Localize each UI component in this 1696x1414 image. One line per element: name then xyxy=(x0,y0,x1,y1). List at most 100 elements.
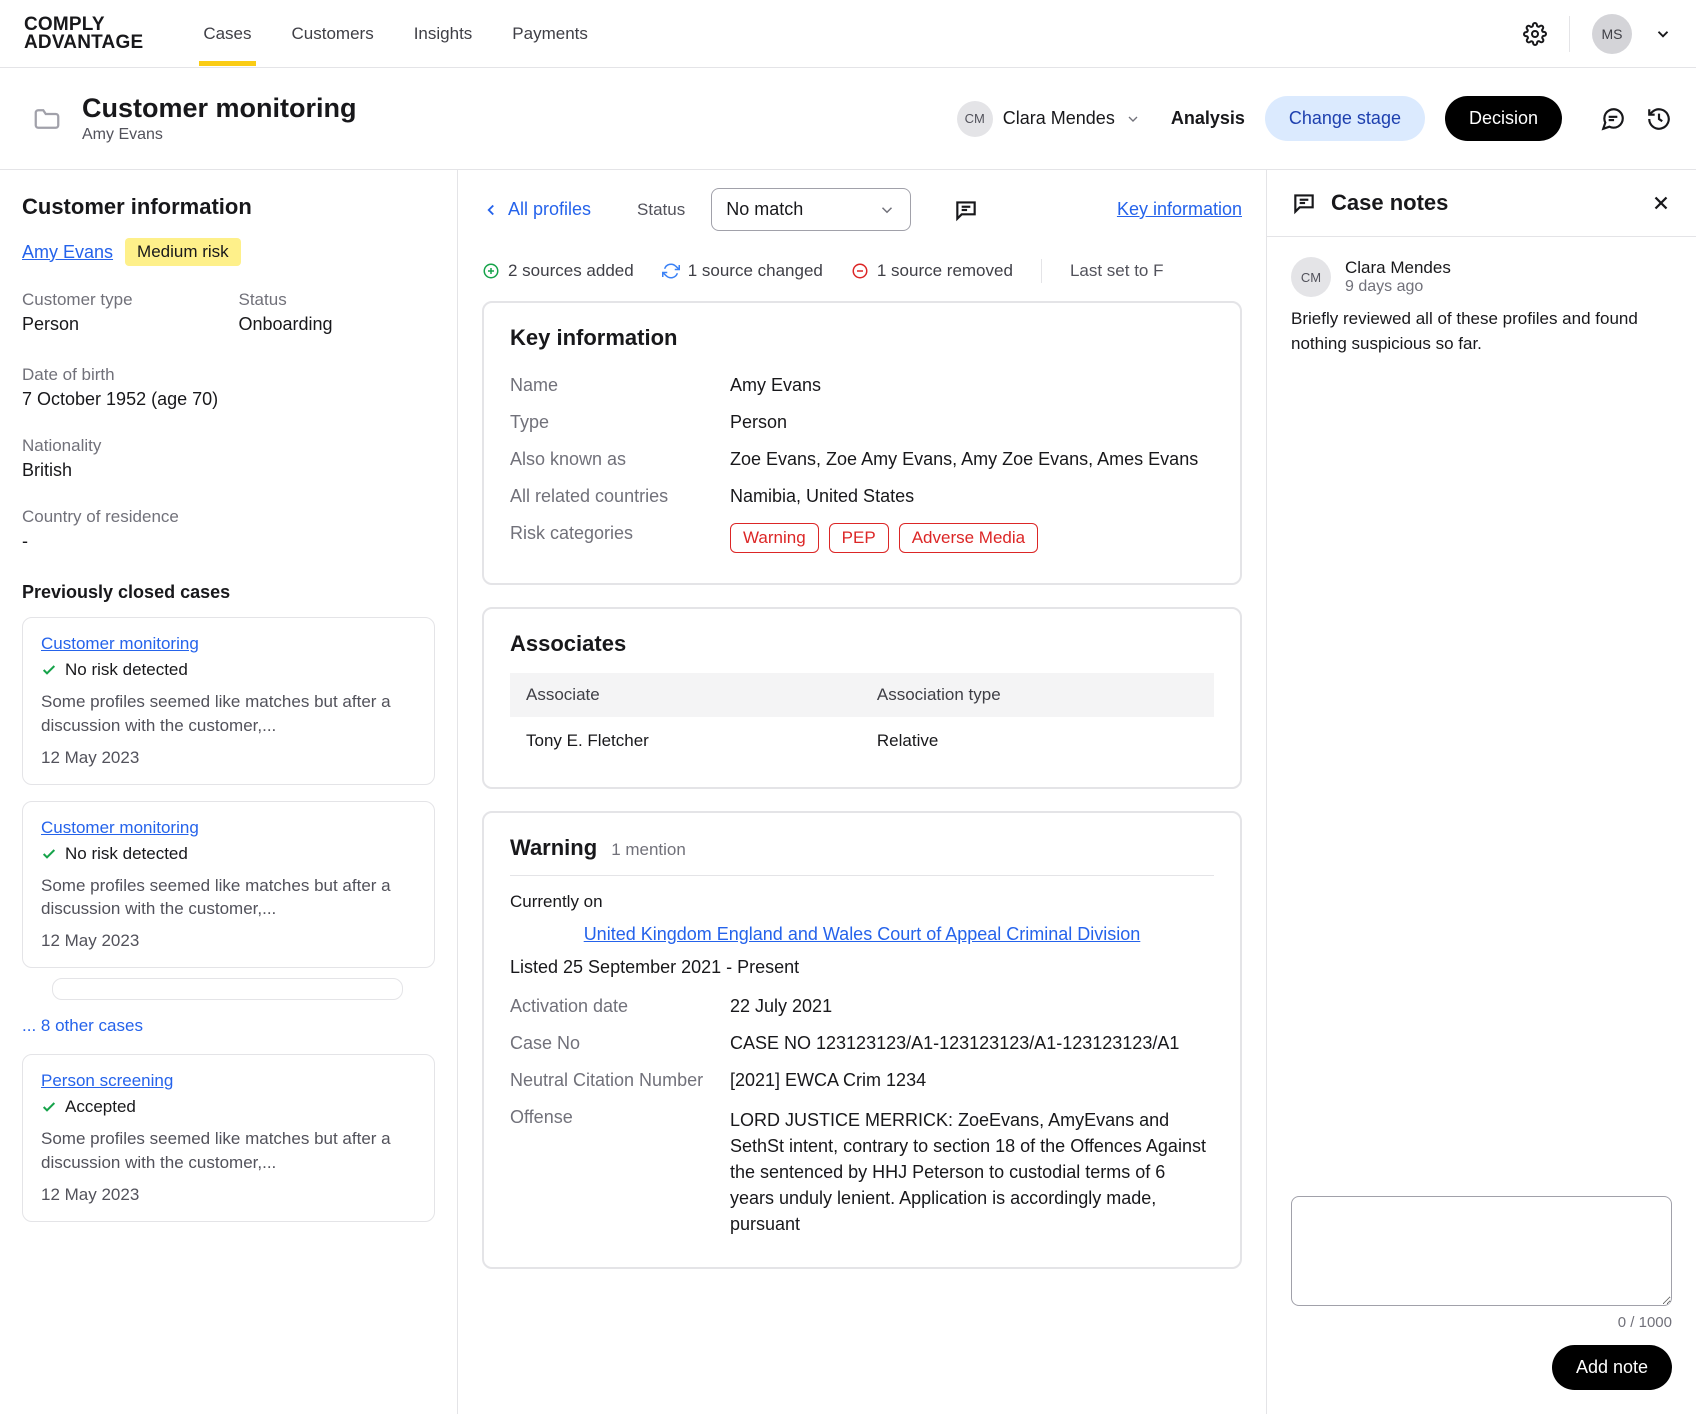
case-date: 12 May 2023 xyxy=(41,748,416,768)
status-select[interactable]: No match xyxy=(711,188,911,231)
kv-label: Risk categories xyxy=(510,523,730,553)
add-note-button[interactable]: Add note xyxy=(1552,1345,1672,1390)
kv-value: [2021] EWCA Crim 1234 xyxy=(730,1070,1214,1091)
key-information-link[interactable]: Key information xyxy=(1117,199,1242,220)
nav-tab-payments[interactable]: Payments xyxy=(512,2,588,66)
case-status: No risk detected xyxy=(65,660,188,680)
kv-label: Name xyxy=(510,375,730,396)
customer-name-link[interactable]: Amy Evans xyxy=(22,242,113,263)
chevron-down-icon xyxy=(878,201,896,219)
info-value: Person xyxy=(22,314,219,335)
case-card-title[interactable]: Customer monitoring xyxy=(41,634,416,654)
kv-label: Neutral Citation Number xyxy=(510,1070,730,1091)
kv-value: 22 July 2021 xyxy=(730,996,1214,1017)
check-icon xyxy=(41,662,57,678)
check-icon xyxy=(41,1099,57,1115)
analysis-button[interactable]: Analysis xyxy=(1171,108,1245,129)
associates-panel: Associates Associate Association type To… xyxy=(482,607,1242,789)
history-icon[interactable] xyxy=(1646,106,1672,132)
char-count: 0 / 1000 xyxy=(1291,1314,1672,1331)
kv-label: Type xyxy=(510,412,730,433)
logo-line1: COMPLY xyxy=(24,16,143,33)
note-timestamp: 9 days ago xyxy=(1345,278,1451,296)
comment-icon[interactable] xyxy=(1600,106,1626,132)
plus-circle-icon xyxy=(482,262,500,280)
kv-value: CASE NO 123123123/A1-123123123/A1-123123… xyxy=(730,1033,1214,1054)
last-set-text: Last set to F xyxy=(1070,261,1164,281)
case-card[interactable]: Customer monitoring No risk detected Som… xyxy=(22,617,435,785)
customer-info-title: Customer information xyxy=(22,194,435,220)
note-author: Clara Mendes xyxy=(1345,258,1451,278)
case-notes-title: Case notes xyxy=(1331,190,1448,216)
td-associate: Tony E. Fletcher xyxy=(510,717,861,765)
back-all-profiles[interactable]: All profiles xyxy=(482,199,591,220)
sources-changed: 1 source changed xyxy=(662,261,823,281)
gear-icon[interactable] xyxy=(1523,22,1547,46)
assignee-name: Clara Mendes xyxy=(1003,108,1115,129)
user-avatar[interactable]: MS xyxy=(1592,14,1632,54)
comment-icon[interactable] xyxy=(953,197,979,223)
case-status: No risk detected xyxy=(65,844,188,864)
court-link[interactable]: United Kingdom England and Wales Court o… xyxy=(510,924,1214,945)
notes-icon xyxy=(1291,190,1317,216)
kv-label: Offense xyxy=(510,1107,730,1237)
info-value: Onboarding xyxy=(239,314,436,335)
kv-value: Zoe Evans, Zoe Amy Evans, Amy Zoe Evans,… xyxy=(730,449,1214,470)
key-information-panel: Key information NameAmy Evans TypePerson… xyxy=(482,301,1242,585)
logo: COMPLY ADVANTAGE xyxy=(24,16,143,50)
panel-title: Associates xyxy=(510,631,1214,657)
status-label: Status xyxy=(637,200,685,220)
info-label: Customer type xyxy=(22,290,219,310)
status-value: No match xyxy=(726,199,803,220)
kv-value: Amy Evans xyxy=(730,375,1214,396)
assignee-avatar: CM xyxy=(957,101,993,137)
case-date: 12 May 2023 xyxy=(41,1185,416,1205)
chevron-left-icon xyxy=(482,201,500,219)
info-value: 7 October 1952 (age 70) xyxy=(22,389,435,410)
change-stage-button[interactable]: Change stage xyxy=(1265,96,1425,141)
warning-mentions: 1 mention xyxy=(611,840,686,860)
divider xyxy=(1569,16,1570,52)
risk-tag-warning: Warning xyxy=(730,523,819,553)
case-desc: Some profiles seemed like matches but af… xyxy=(41,690,416,738)
kv-label: Also known as xyxy=(510,449,730,470)
info-label: Country of residence xyxy=(22,507,435,527)
th-associate: Associate xyxy=(510,673,861,717)
refresh-icon xyxy=(662,262,680,280)
kv-label: Case No xyxy=(510,1033,730,1054)
kv-label: All related countries xyxy=(510,486,730,507)
note-item: CM Clara Mendes 9 days ago Briefly revie… xyxy=(1291,257,1672,356)
logo-line2: ADVANTAGE xyxy=(24,34,143,51)
case-card[interactable]: Customer monitoring No risk detected Som… xyxy=(22,801,435,969)
note-author-avatar: CM xyxy=(1291,257,1331,297)
case-status: Accepted xyxy=(65,1097,136,1117)
back-label: All profiles xyxy=(508,199,591,220)
table-row: Tony E. Fletcher Relative xyxy=(510,717,1214,765)
decision-button[interactable]: Decision xyxy=(1445,96,1562,141)
chevron-down-icon[interactable] xyxy=(1654,25,1672,43)
nav-tab-insights[interactable]: Insights xyxy=(414,2,473,66)
minus-circle-icon xyxy=(851,262,869,280)
info-value: British xyxy=(22,460,435,481)
case-card[interactable]: Person screening Accepted Some profiles … xyxy=(22,1054,435,1222)
td-association-type: Relative xyxy=(861,717,1214,765)
main-nav: Cases Customers Insights Payments xyxy=(203,2,588,66)
info-label: Nationality xyxy=(22,436,435,456)
nav-tab-cases[interactable]: Cases xyxy=(203,2,251,66)
info-label: Date of birth xyxy=(22,365,435,385)
nav-tab-customers[interactable]: Customers xyxy=(292,2,374,66)
case-card-title[interactable]: Person screening xyxy=(41,1071,416,1091)
case-card-title[interactable]: Customer monitoring xyxy=(41,818,416,838)
page-subtitle: Amy Evans xyxy=(82,126,357,144)
warning-panel: Warning 1 mention Currently on United Ki… xyxy=(482,811,1242,1269)
currently-on-label: Currently on xyxy=(510,892,1214,912)
panel-title: Key information xyxy=(510,325,1214,351)
close-icon[interactable] xyxy=(1650,192,1672,214)
check-icon xyxy=(41,846,57,862)
more-cases-link[interactable]: ... 8 other cases xyxy=(22,1016,435,1036)
th-association-type: Association type xyxy=(861,673,1214,717)
case-desc: Some profiles seemed like matches but af… xyxy=(41,874,416,922)
assignee-dropdown[interactable]: CM Clara Mendes xyxy=(947,95,1151,143)
note-input[interactable] xyxy=(1291,1196,1672,1306)
folder-icon xyxy=(32,104,62,134)
